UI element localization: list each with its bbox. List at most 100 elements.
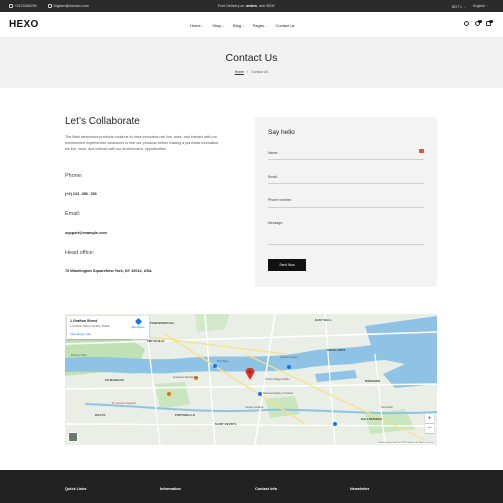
chevron-down-icon: ⌄ [201, 23, 205, 28]
map-label-iveagh: Iveagh Gardens [245, 406, 264, 409]
nav-item-blog[interactable]: Blog⌄ [233, 23, 245, 28]
collab-heading: Let’s Collaborate [65, 116, 140, 127]
header-actions: 0 0 [464, 19, 493, 26]
directions-button[interactable]: Directions [130, 317, 146, 329]
nav-item-home[interactable]: Home⌄ [190, 23, 204, 28]
map-label-ballsbridge: BALLSBRIDGE [361, 418, 382, 421]
email-label: Email: [65, 211, 81, 217]
map-label-kilmainham: KILMAINHAM [105, 379, 124, 382]
phone-label: Phone: [65, 173, 83, 179]
footer-information-heading: Information [160, 487, 181, 491]
page-title-band: Contact Us Home / Contact Us [0, 38, 503, 88]
directions-icon [134, 317, 142, 326]
autofill-icon[interactable] [419, 149, 424, 153]
topbar-email-text: Digisen@domain.com [53, 3, 89, 8]
poi-marker [167, 392, 171, 396]
view-larger-map-link[interactable]: View larger map [70, 332, 91, 336]
chevron-down-icon: ⌄ [222, 23, 226, 28]
footer-newsletter-heading: Newsletter [350, 487, 370, 491]
poi-marker [287, 365, 291, 369]
nav-item-label: Pages [252, 22, 264, 28]
zoom-out-button[interactable]: − [425, 424, 434, 433]
poi-marker [258, 392, 262, 396]
email-field[interactable]: Email: [268, 173, 424, 184]
top-bar: +0123456789 Digisen@domain.com Free Deli… [0, 0, 503, 12]
poi-marker [213, 364, 217, 368]
search-icon[interactable] [464, 21, 469, 26]
wishlist-icon[interactable]: 0 [475, 19, 482, 26]
language-selector[interactable]: English ⌄ [473, 4, 488, 8]
map-label-spire: The Spire [217, 360, 229, 363]
site-logo[interactable]: HEXO [9, 19, 39, 30]
name-field-label: Name: [268, 151, 279, 155]
park-area [155, 382, 190, 409]
map-label-rialto: RIALTO [95, 414, 106, 417]
park-area [195, 314, 230, 332]
chevron-down-icon: ⌄ [264, 23, 268, 28]
office-label: Head office: [65, 250, 95, 256]
collab-intro: The Best electronics products continue t… [65, 135, 220, 151]
phone-value[interactable]: (+2) 123 -456 -789 [65, 192, 97, 196]
map-attribution[interactable]: Keyboard shortcuts Map data ©2024 Google… [376, 442, 435, 444]
message-field-label: Message: [268, 221, 284, 225]
breadcrumb: Home / Contact Us [0, 70, 503, 74]
map-label-st-james: St. James's Hospital [112, 402, 136, 405]
send-now-button[interactable]: Send Now [268, 259, 306, 271]
nav-item-pages[interactable]: Pages⌄ [253, 23, 268, 28]
footer-quick-links-heading: Quick Links [65, 487, 87, 491]
map-label-saint-kevins: SAINT KEVIN'S [215, 423, 237, 426]
topbar-email[interactable]: Digisen@domain.com [48, 3, 89, 8]
topbar-phone[interactable]: +0123456789 [9, 3, 37, 8]
topbar-phone-text: +0123456789 [14, 3, 37, 8]
location-map[interactable]: EAST WALL PHIBSBOROUGH SMITHFIELD DOCKLA… [65, 314, 437, 445]
map-label-pembroke: Pembroke [381, 406, 393, 409]
chevron-down-icon: ⌄ [486, 4, 489, 7]
nav-item-label: Shop [212, 22, 222, 28]
language-label: English [473, 3, 485, 8]
nav-item-contact[interactable]: Contact us [275, 23, 294, 28]
poi-marker [333, 422, 337, 426]
breadcrumb-separator: / [247, 70, 248, 74]
nav-item-shop[interactable]: Shop⌄ [212, 23, 225, 28]
map-label-phoenix: Phoenix Park [71, 354, 87, 357]
breadcrumb-home[interactable]: Home [235, 70, 244, 74]
map-label-docklands: DOCKLANDS [327, 349, 346, 352]
site-footer: Quick Links Information Contact Info New… [0, 470, 503, 503]
map-label-ringsend: RINGSEND [365, 380, 381, 383]
map-label-trinity: Trinity College Dublin [265, 378, 290, 381]
dublin-bay [365, 316, 437, 388]
map-label-custom-house: Custom House [280, 356, 298, 359]
footer-contact-info-heading: Contact Info [255, 487, 278, 491]
message-field[interactable]: Message: [268, 219, 424, 245]
map-label-phibsborough: PHIBSBOROUGH [150, 322, 174, 325]
road [65, 383, 437, 390]
promo-prefix: Free Delivery on [218, 3, 245, 8]
name-field[interactable]: Name: [268, 149, 424, 160]
phone-icon [9, 3, 13, 8]
office-value: 70 Washington SquareNew York, NY 10012, … [65, 269, 152, 273]
chevron-down-icon: ⌄ [463, 5, 466, 9]
phone-number-field-label: Phone number: [268, 198, 292, 202]
map-label-portobello: PORTOBELLO [175, 414, 195, 417]
map-layers-button[interactable] [68, 432, 78, 442]
grand-canal-dock [315, 370, 357, 382]
email-field-label: Email: [268, 175, 278, 179]
chevron-down-icon: ⌄ [242, 23, 245, 28]
promo-suffix: over $100 [258, 3, 275, 8]
map-label-east-wall: EAST WALL [315, 319, 332, 322]
directions-label: Directions [131, 325, 145, 329]
location-pin-icon [245, 368, 255, 380]
park-area [265, 396, 300, 418]
nav-item-label: Blog [233, 22, 242, 28]
major-road [244, 353, 426, 441]
phone-number-field[interactable]: Phone number: [268, 196, 424, 208]
contact-form-card: Say hello Name: Email: Phone number: Mes… [255, 117, 437, 287]
map-label-guinness: Guinness Storehouse [173, 376, 198, 379]
zoom-in-button[interactable]: + [425, 414, 434, 423]
currency-selector[interactable]: BDT ৳ ⌄ [452, 4, 466, 11]
email-value[interactable]: support@example.com [65, 231, 107, 235]
cart-icon[interactable]: 0 [486, 19, 493, 26]
map-label-national-gallery: National Gallery of Ireland [263, 392, 293, 395]
mail-icon [48, 3, 52, 8]
breadcrumb-current: Contact Us [250, 70, 269, 74]
